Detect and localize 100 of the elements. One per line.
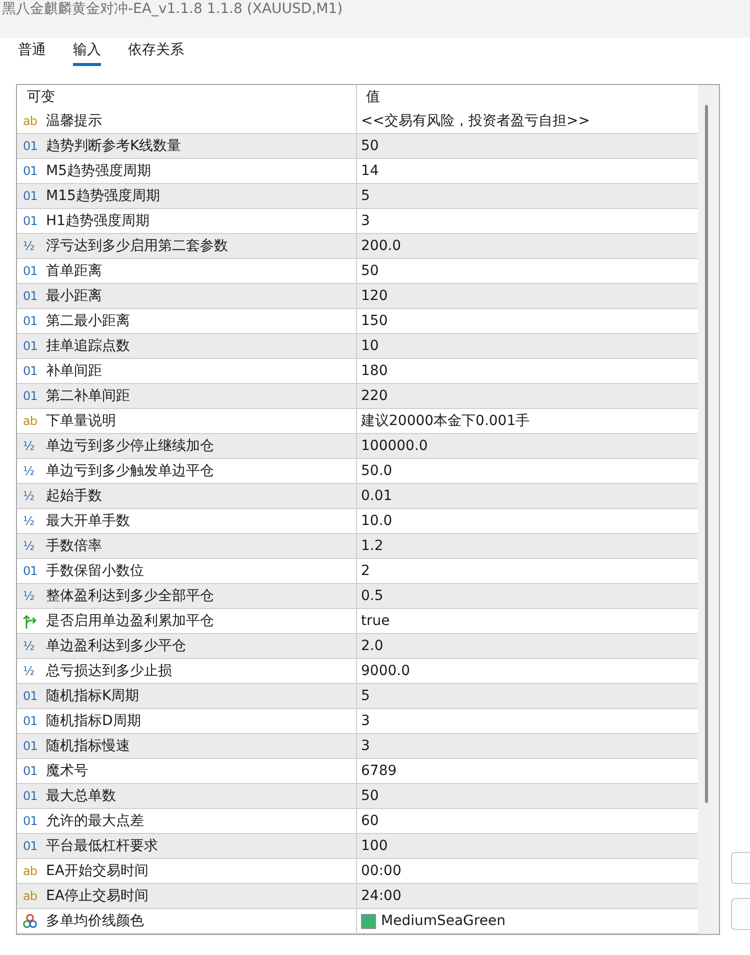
parameter-row[interactable]: 01 第二最小距离 150 bbox=[17, 309, 698, 334]
integer-type-icon: 01 bbox=[23, 814, 38, 828]
parameter-value[interactable]: 50 bbox=[361, 787, 379, 805]
parameter-row[interactable]: 01 最小距离 120 bbox=[17, 284, 698, 309]
parameter-row[interactable]: ½ 整体盈利达到多少全部平仓 0.5 bbox=[17, 584, 698, 609]
dialog-button[interactable] bbox=[731, 898, 750, 930]
text-type-icon: ab bbox=[23, 889, 37, 903]
parameter-value[interactable]: 0.5 bbox=[361, 587, 384, 605]
integer-type-icon: 01 bbox=[23, 689, 38, 703]
tab[interactable]: 输入 bbox=[73, 41, 101, 66]
parameter-row[interactable]: ab EA开始交易时间 00:00 bbox=[17, 859, 698, 884]
parameter-row[interactable]: 多单均价线颜色 MediumSeaGreen bbox=[17, 909, 698, 934]
parameter-value[interactable]: 2 bbox=[361, 562, 370, 580]
parameter-row[interactable]: 01 趋势判断参考K线数量 50 bbox=[17, 134, 698, 159]
integer-type-icon: 01 bbox=[23, 289, 38, 303]
parameter-value[interactable]: MediumSeaGreen bbox=[381, 912, 506, 930]
parameter-row[interactable]: 01 魔术号 6789 bbox=[17, 759, 698, 784]
parameter-row[interactable]: 01 M15趋势强度周期 5 bbox=[17, 184, 698, 209]
parameter-name: 整体盈利达到多少全部平仓 bbox=[46, 587, 214, 605]
parameter-name: 温馨提示 bbox=[46, 112, 102, 130]
parameter-value[interactable]: 50.0 bbox=[361, 462, 392, 480]
parameter-value[interactable]: 50 bbox=[361, 262, 379, 280]
text-type-icon: ab bbox=[23, 114, 37, 128]
parameter-value[interactable]: 5 bbox=[361, 187, 370, 205]
parameter-row[interactable]: ab EA停止交易时间 24:00 bbox=[17, 884, 698, 909]
parameter-name: 允许的最大点差 bbox=[46, 812, 144, 830]
parameter-row[interactable]: 01 手数保留小数位 2 bbox=[17, 559, 698, 584]
parameter-row[interactable]: ½ 最大开单手数 10.0 bbox=[17, 509, 698, 534]
parameter-row[interactable]: 01 第二补单间距 220 bbox=[17, 384, 698, 409]
parameter-value[interactable]: 150 bbox=[361, 312, 388, 330]
parameter-value[interactable]: 5 bbox=[361, 687, 370, 705]
window-title: 黑八金麒麟黄金对冲-EA_v1.1.8 1.1.8 (XAUUSD,M1) bbox=[2, 0, 343, 18]
parameter-name: 手数保留小数位 bbox=[46, 562, 144, 580]
integer-type-icon: 01 bbox=[23, 189, 38, 203]
parameter-row[interactable]: 01 H1趋势强度周期 3 bbox=[17, 209, 698, 234]
parameter-value[interactable]: 180 bbox=[361, 362, 388, 380]
fraction-type-icon: ½ bbox=[23, 239, 34, 253]
parameter-row[interactable]: ½ 起始手数 0.01 bbox=[17, 484, 698, 509]
parameter-row[interactable]: 01 随机指标D周期 3 bbox=[17, 709, 698, 734]
parameter-value[interactable]: 3 bbox=[361, 712, 370, 730]
parameter-value[interactable]: 9000.0 bbox=[361, 662, 410, 680]
scrollbar-track[interactable] bbox=[698, 85, 719, 934]
parameter-row[interactable]: 是否启用单边盈利累加平仓 true bbox=[17, 609, 698, 634]
integer-type-icon: 01 bbox=[23, 139, 38, 153]
parameter-name: 单边亏到多少停止继续加仓 bbox=[46, 437, 214, 455]
parameter-value[interactable]: 200.0 bbox=[361, 237, 402, 255]
parameter-value[interactable]: 建议20000本金下0.001手 bbox=[361, 412, 530, 430]
fraction-type-icon: ½ bbox=[23, 539, 34, 553]
parameter-value[interactable]: 3 bbox=[361, 737, 370, 755]
parameter-value[interactable]: 0.01 bbox=[361, 487, 392, 505]
parameter-value[interactable]: 24:00 bbox=[361, 887, 402, 905]
parameter-name: 随机指标K周期 bbox=[46, 687, 140, 705]
parameter-row[interactable]: 01 随机指标慢速 3 bbox=[17, 734, 698, 759]
parameter-name: EA开始交易时间 bbox=[46, 862, 148, 880]
parameter-value[interactable]: 00:00 bbox=[361, 862, 402, 880]
parameter-row[interactable]: 01 首单距离 50 bbox=[17, 259, 698, 284]
parameter-value[interactable]: 14 bbox=[361, 162, 379, 180]
parameter-row[interactable]: 01 挂单追踪点数 10 bbox=[17, 334, 698, 359]
fraction-type-icon: ½ bbox=[23, 589, 34, 603]
scrollbar-thumb[interactable] bbox=[705, 105, 708, 803]
parameter-value[interactable]: <<交易有风险，投资者盈亏自担>> bbox=[361, 112, 590, 130]
tab[interactable]: 依存关系 bbox=[128, 41, 184, 66]
parameter-value[interactable]: 1.2 bbox=[361, 537, 384, 555]
parameter-value[interactable]: 3 bbox=[361, 212, 370, 230]
parameter-row[interactable]: ½ 手数倍率 1.2 bbox=[17, 534, 698, 559]
parameter-value[interactable]: 2.0 bbox=[361, 637, 384, 655]
dialog-button[interactable] bbox=[731, 852, 750, 884]
parameter-row[interactable]: 01 最大总单数 50 bbox=[17, 784, 698, 809]
parameter-row[interactable]: ab 温馨提示 <<交易有风险，投资者盈亏自担>> bbox=[17, 109, 698, 134]
text-type-icon: ab bbox=[23, 864, 37, 878]
parameter-value[interactable]: 220 bbox=[361, 387, 388, 405]
parameter-value[interactable]: true bbox=[361, 612, 390, 630]
parameter-row[interactable]: 01 平台最低杠杆要求 100 bbox=[17, 834, 698, 859]
parameter-row[interactable]: 01 补单间距 180 bbox=[17, 359, 698, 384]
color-circles-icon bbox=[23, 914, 37, 928]
parameter-row[interactable]: ½ 浮亏达到多少启用第二套参数 200.0 bbox=[17, 234, 698, 259]
integer-type-icon: 01 bbox=[23, 564, 38, 578]
parameter-name: M15趋势强度周期 bbox=[46, 187, 160, 205]
parameter-value[interactable]: 100000.0 bbox=[361, 437, 428, 455]
parameter-value[interactable]: 6789 bbox=[361, 762, 397, 780]
parameter-row[interactable]: ab 下单量说明 建议20000本金下0.001手 bbox=[17, 409, 698, 434]
fraction-type-icon: ½ bbox=[23, 464, 34, 478]
parameter-value[interactable]: 10 bbox=[361, 337, 379, 355]
parameter-row[interactable]: 01 允许的最大点差 60 bbox=[17, 809, 698, 834]
parameter-row[interactable]: 01 M5趋势强度周期 14 bbox=[17, 159, 698, 184]
tab[interactable]: 普通 bbox=[18, 41, 46, 66]
parameter-value[interactable]: 50 bbox=[361, 137, 379, 155]
integer-type-icon: 01 bbox=[23, 314, 38, 328]
parameter-value[interactable]: 60 bbox=[361, 812, 379, 830]
parameter-name: 最小距离 bbox=[46, 287, 102, 305]
parameter-value[interactable]: 100 bbox=[361, 837, 388, 855]
parameter-row[interactable]: ½ 总亏损达到多少止损 9000.0 bbox=[17, 659, 698, 684]
parameter-row[interactable]: ½ 单边盈利达到多少平仓 2.0 bbox=[17, 634, 698, 659]
parameter-row[interactable]: ½ 单边亏到多少触发单边平仓 50.0 bbox=[17, 459, 698, 484]
integer-type-icon: 01 bbox=[23, 714, 38, 728]
column-header: 可变 bbox=[27, 88, 55, 106]
parameter-row[interactable]: ½ 单边亏到多少停止继续加仓 100000.0 bbox=[17, 434, 698, 459]
parameter-value[interactable]: 10.0 bbox=[361, 512, 392, 530]
parameter-row[interactable]: 01 随机指标K周期 5 bbox=[17, 684, 698, 709]
parameter-value[interactable]: 120 bbox=[361, 287, 388, 305]
